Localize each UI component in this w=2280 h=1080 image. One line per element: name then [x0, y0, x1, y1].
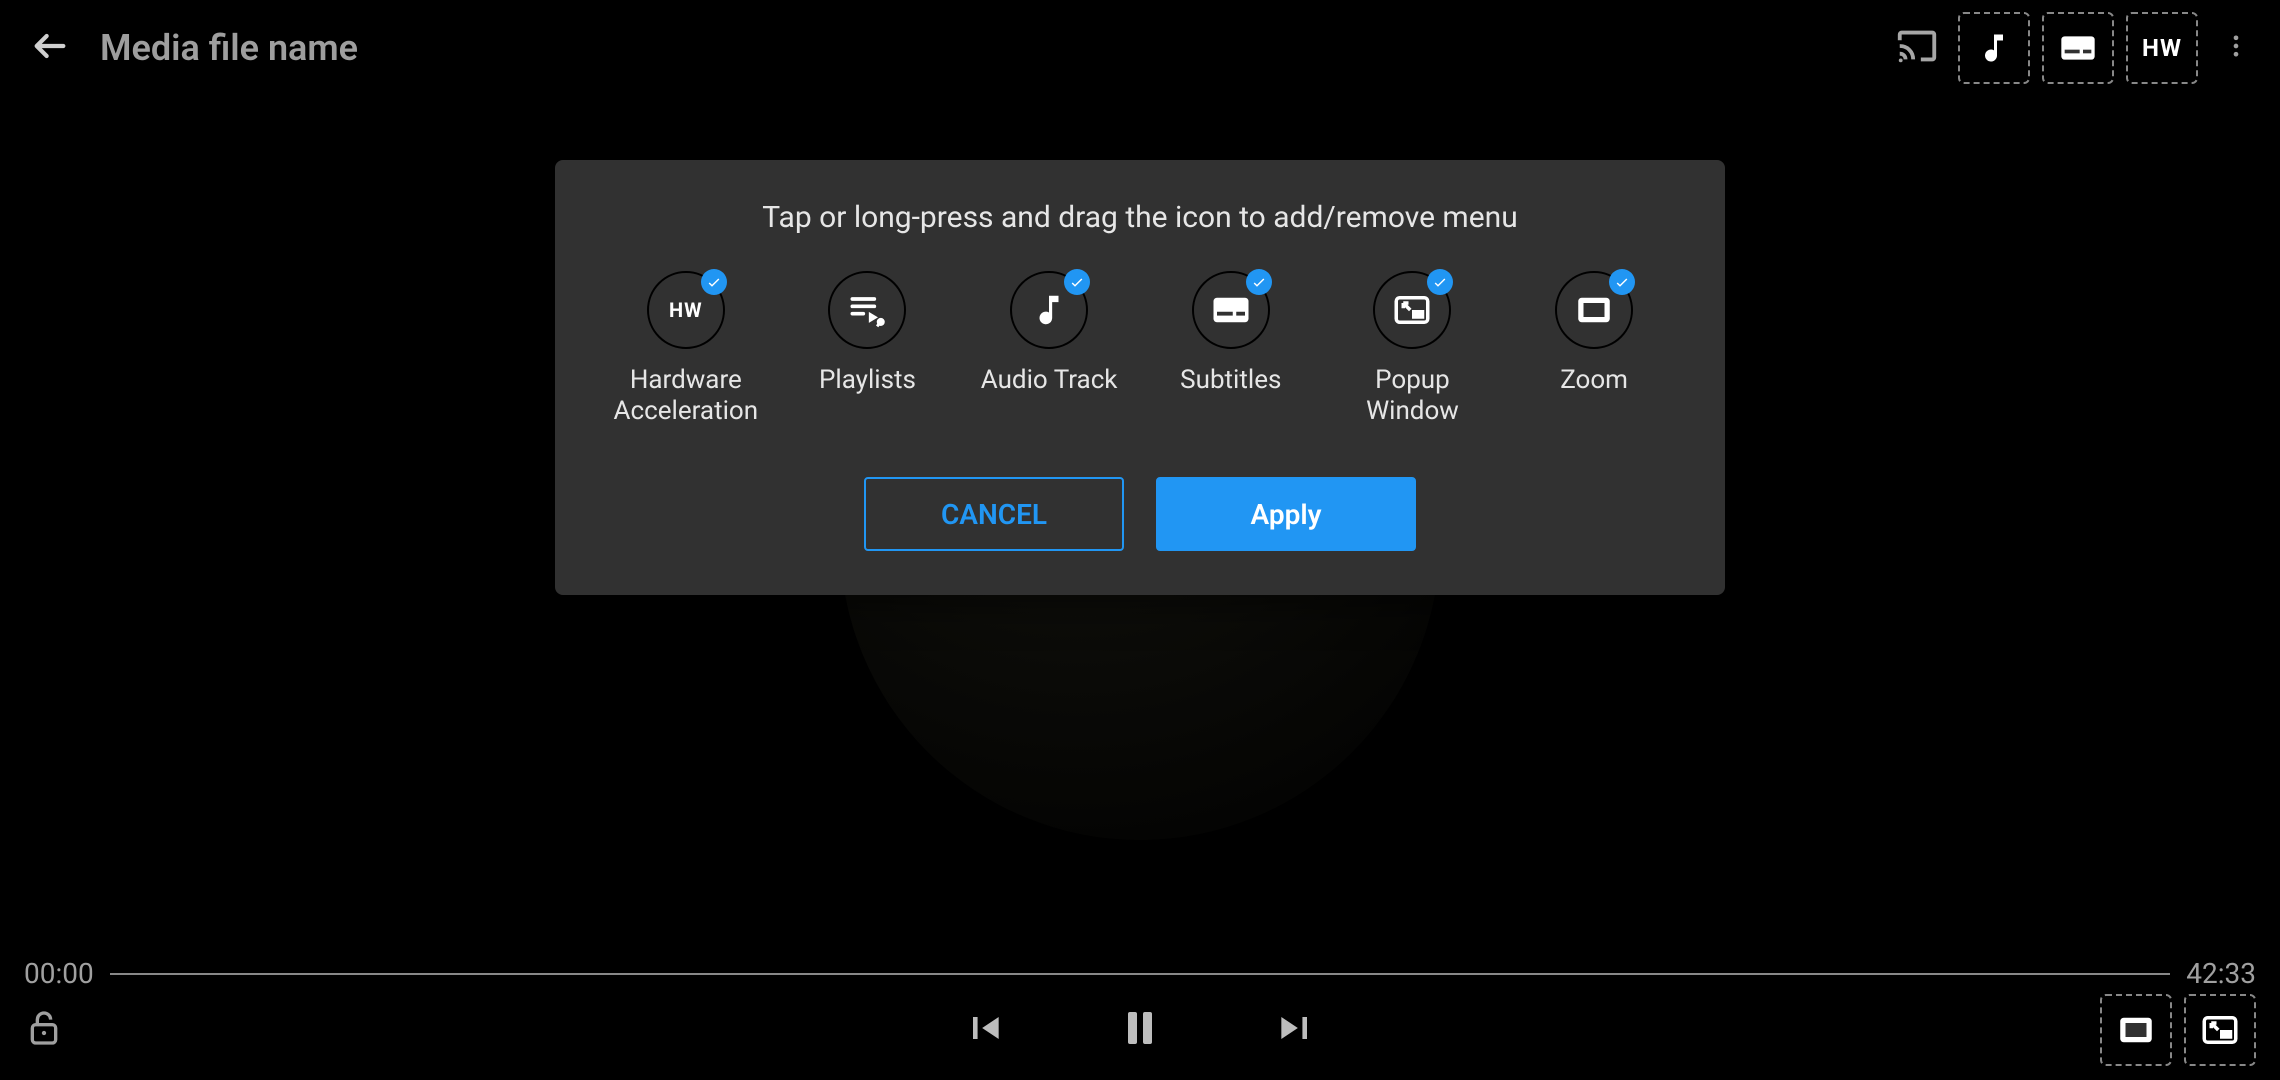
- option-subtitles[interactable]: Subtitles: [1148, 271, 1313, 427]
- dialog-backdrop: Tap or long-press and drag the icon to a…: [0, 0, 2280, 1080]
- check-badge-icon: [1064, 269, 1090, 295]
- option-label: Popup Window: [1330, 365, 1495, 427]
- option-label: Zoom: [1560, 365, 1628, 396]
- option-popup-window[interactable]: Popup Window: [1330, 271, 1495, 427]
- option-label: Playlists: [819, 365, 916, 396]
- customize-menu-dialog: Tap or long-press and drag the icon to a…: [555, 160, 1725, 595]
- option-zoom[interactable]: Zoom: [1512, 271, 1677, 427]
- option-label: Audio Track: [981, 365, 1118, 396]
- subtitles-icon: [1210, 289, 1252, 331]
- video-player: Media file name: [0, 0, 2280, 1080]
- check-badge-icon: [701, 269, 727, 295]
- dialog-buttons: CANCEL Apply: [595, 477, 1685, 551]
- option-label: Subtitles: [1180, 365, 1281, 396]
- option-hardware-acceleration[interactable]: HW Hardware Acceleration: [603, 271, 768, 427]
- dialog-options: HW Hardware Acceleration: [595, 271, 1685, 427]
- playlist-icon: [845, 288, 889, 332]
- popup-window-icon: [1391, 289, 1433, 331]
- option-playlists[interactable]: Playlists: [785, 271, 950, 427]
- check-badge-icon: [1609, 269, 1635, 295]
- check-badge-icon: [1427, 269, 1453, 295]
- option-audio-track[interactable]: Audio Track: [967, 271, 1132, 427]
- dialog-title: Tap or long-press and drag the icon to a…: [595, 200, 1685, 235]
- option-label: Hardware Acceleration: [603, 365, 768, 427]
- audio-track-icon: [1030, 291, 1068, 329]
- check-badge-icon: [1246, 269, 1272, 295]
- apply-button[interactable]: Apply: [1156, 477, 1416, 551]
- hw-icon: HW: [669, 298, 703, 322]
- cancel-button[interactable]: CANCEL: [864, 477, 1124, 551]
- zoom-icon: [1573, 289, 1615, 331]
